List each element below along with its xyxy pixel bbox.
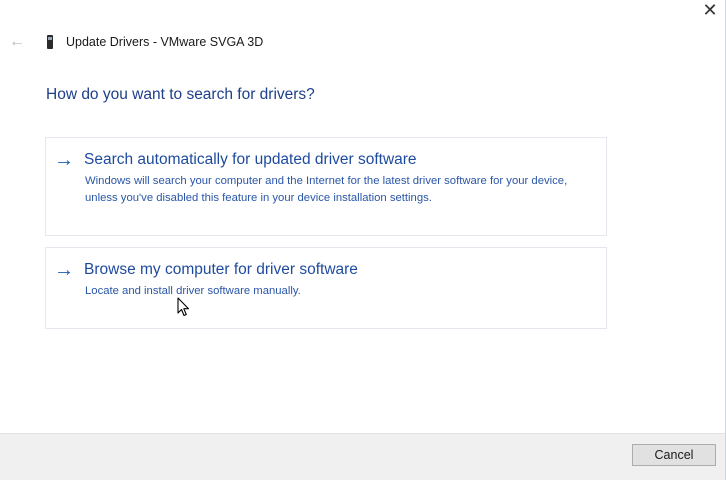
mouse-pointer-icon [177, 297, 190, 317]
option-title: Browse my computer for driver software [84, 261, 358, 278]
dialog-window: ✕ ← Update Drivers - VMware SVGA 3D How … [0, 0, 726, 480]
option-title: Search automatically for updated driver … [84, 151, 417, 168]
close-icon[interactable]: ✕ [694, 0, 726, 20]
back-arrow-icon[interactable]: ← [6, 32, 28, 52]
window-title: Update Drivers - VMware SVGA 3D [66, 35, 264, 49]
arrow-right-icon: → [54, 259, 74, 281]
option-description: Locate and install driver software manua… [85, 285, 301, 297]
search-automatically-option[interactable]: → Search automatically for updated drive… [45, 137, 607, 236]
cancel-button[interactable]: Cancel [632, 444, 716, 466]
browse-computer-option[interactable]: → Browse my computer for driver software… [45, 247, 607, 329]
page-heading: How do you want to search for drivers? [46, 86, 315, 103]
option-description: Windows will search your computer and th… [85, 175, 568, 204]
dialog-footer [0, 433, 725, 480]
arrow-right-icon: → [54, 149, 74, 171]
device-icon [47, 35, 53, 49]
